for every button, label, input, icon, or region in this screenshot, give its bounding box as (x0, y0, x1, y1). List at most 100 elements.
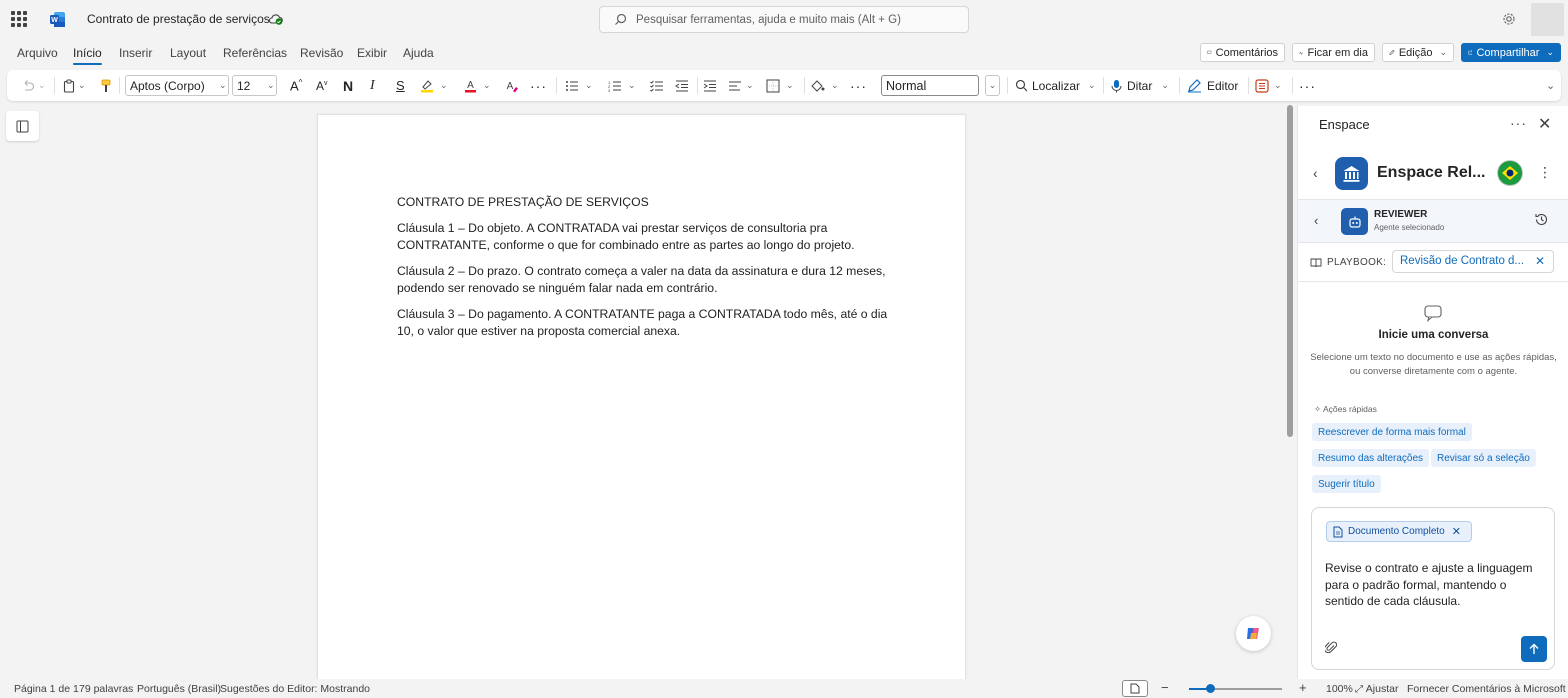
increase-indent-button[interactable] (703, 70, 717, 101)
clause-paragraph[interactable]: Cláusula 3 – Do pagamento. A CONTRATANTE… (397, 306, 897, 341)
chevron-down-icon: ⌄ (440, 80, 448, 90)
tab-inicio[interactable]: Início (73, 46, 102, 65)
tab-inserir[interactable]: Inserir (119, 46, 152, 60)
fit-button[interactable]: ⤢ Ajustar (1355, 683, 1398, 695)
print-layout-button[interactable] (1122, 680, 1148, 697)
bold-button[interactable]: N (343, 70, 353, 101)
shrink-font-button[interactable]: Av (316, 70, 328, 101)
paste-button[interactable]: ⌄ (63, 70, 86, 101)
history-icon[interactable] (1534, 212, 1549, 227)
gear-icon[interactable] (1502, 12, 1516, 26)
addin-menu-button[interactable]: ⋮ (1538, 164, 1552, 181)
tab-exibir[interactable]: Exibir (357, 46, 387, 60)
cloud-saved-icon[interactable] (268, 12, 283, 26)
checklist-button[interactable] (650, 70, 664, 101)
decrease-indent-button[interactable] (675, 70, 689, 101)
feedback-link[interactable]: Fornecer Comentários à Microsoft (1407, 683, 1566, 695)
avatar[interactable] (1531, 3, 1564, 36)
copilot-button[interactable] (1236, 616, 1271, 651)
align-left-icon (729, 80, 741, 91)
checklist-icon (650, 80, 663, 92)
chevron-left-icon: ‹ (1313, 165, 1318, 181)
document-heading[interactable]: CONTRATO DE PRESTAÇÃO DE SERVIÇOS (397, 194, 897, 212)
undo-button[interactable]: ⌄ (21, 70, 46, 101)
context-chip[interactable]: Documento Completo ✕ (1326, 521, 1472, 542)
page-count[interactable]: Página 1 de 1 (14, 683, 79, 695)
app-launcher-icon[interactable] (11, 11, 27, 27)
borders-button[interactable]: ⌄ (766, 70, 794, 101)
comments-button[interactable]: Comentários (1200, 43, 1285, 62)
find-button[interactable]: Localizar ⌄ (1015, 70, 1096, 101)
agent-back-button[interactable]: ‹ (1314, 213, 1318, 228)
document-body[interactable]: CONTRATO DE PRESTAÇÃO DE SERVIÇOS Cláusu… (397, 194, 897, 349)
style-select[interactable]: Normal (881, 75, 979, 96)
send-button[interactable] (1521, 636, 1547, 662)
more-font-options-button[interactable]: ··· (530, 70, 547, 101)
catch-up-button[interactable]: Ficar em dia (1292, 43, 1375, 62)
numbering-button[interactable]: 123 ⌄ (608, 70, 636, 101)
tab-revisao[interactable]: Revisão (300, 46, 343, 60)
quick-action-formal[interactable]: Reescrever de forma mais formal (1312, 423, 1472, 441)
align-button[interactable]: ⌄ (728, 70, 754, 101)
tab-arquivo[interactable]: Arquivo (17, 46, 58, 60)
ribbon-divider (119, 77, 120, 94)
document-page[interactable]: CONTRATO DE PRESTAÇÃO DE SERVIÇOS Cláusu… (317, 114, 966, 684)
highlight-button[interactable]: ⌄ (420, 70, 448, 101)
composer-input[interactable]: Revise o contrato e ajuste a linguagem p… (1325, 560, 1535, 610)
quick-action-review-selection[interactable]: Revisar só a seleção (1431, 449, 1536, 467)
quick-actions-label-text: Ações rápidas (1323, 404, 1377, 414)
collapse-ribbon-button[interactable]: ⌄ (1543, 70, 1555, 101)
underline-button[interactable]: S (396, 70, 405, 101)
search-box[interactable] (599, 6, 969, 33)
brazil-flag-icon[interactable] (1497, 160, 1523, 186)
back-button[interactable]: ‹ (1313, 165, 1318, 181)
tab-referencias[interactable]: Referências (223, 46, 287, 60)
quick-action-suggest-title[interactable]: Sugerir título (1312, 475, 1381, 493)
numbered-list-icon: 123 (608, 80, 621, 92)
paperclip-icon[interactable] (1325, 640, 1337, 654)
editing-mode-button[interactable]: Edição ⌄ (1382, 43, 1454, 62)
document-title[interactable]: Contrato de prestação de serviços (87, 12, 270, 26)
bullets-button[interactable]: ⌄ (565, 70, 593, 101)
styles-gallery-button[interactable]: ⌄ (985, 75, 1000, 96)
zoom-in-button[interactable]: + (1299, 680, 1307, 695)
tab-layout[interactable]: Layout (170, 46, 206, 60)
panel-more-button[interactable]: ··· (1510, 115, 1527, 131)
more-commands-button[interactable]: ··· (1299, 70, 1316, 101)
zoom-level[interactable]: 100% (1326, 683, 1353, 695)
zoom-out-button[interactable]: − (1161, 680, 1169, 695)
font-size-select[interactable]: 12 ⌄ (232, 75, 277, 96)
editor-button[interactable]: Editor (1187, 70, 1238, 101)
language-status[interactable]: Português (Brasil) (137, 683, 221, 695)
shading-button[interactable]: ⌄ (810, 70, 839, 101)
ribbon-divider (54, 77, 55, 94)
tab-ajuda[interactable]: Ajuda (403, 46, 434, 60)
zoom-slider-thumb[interactable] (1206, 684, 1215, 693)
chevron-down-icon: ⌄ (831, 80, 839, 90)
search-input[interactable] (636, 11, 956, 29)
share-button[interactable]: Compartilhar ⌄ (1461, 43, 1561, 62)
format-painter-button[interactable] (101, 70, 111, 101)
chat-composer[interactable]: Documento Completo ✕ Revise o contrato e… (1311, 507, 1555, 670)
clear-formatting-button[interactable]: A (505, 70, 519, 101)
document-scrollbar[interactable] (1287, 105, 1293, 437)
clause-paragraph[interactable]: Cláusula 1 – Do objeto. A CONTRATADA vai… (397, 220, 897, 255)
clause-paragraph[interactable]: Cláusula 2 – Do prazo. O contrato começa… (397, 263, 897, 298)
editor-suggestions-status[interactable]: Sugestões do Editor: Mostrando (220, 683, 370, 695)
playbook-chip[interactable]: Revisão de Contrato d... ✕ (1392, 250, 1554, 273)
word-count[interactable]: 79 palavras (79, 683, 133, 695)
grow-font-button[interactable]: A^ (290, 70, 302, 101)
more-paragraph-options-button[interactable]: ··· (850, 70, 867, 101)
panel-close-button[interactable]: ✕ (1538, 114, 1551, 134)
dictate-button[interactable]: Ditar ⌄ (1111, 70, 1169, 101)
font-name-select[interactable]: Aptos (Corpo) ⌄ (125, 75, 229, 96)
chevron-down-icon: ⌄ (1161, 80, 1169, 90)
agent-selector[interactable]: ‹ REVIEWER Agente selecionado (1298, 199, 1568, 243)
add-ins-button[interactable]: ⌄ (1255, 70, 1282, 101)
remove-context-icon[interactable]: ✕ (1452, 525, 1461, 538)
navigation-pane-button[interactable] (6, 111, 39, 141)
font-color-button[interactable]: A ⌄ (464, 70, 491, 101)
quick-action-summary[interactable]: Resumo das alterações (1312, 449, 1430, 467)
italic-button[interactable]: I (370, 70, 375, 101)
remove-playbook-icon[interactable]: ✕ (1535, 254, 1545, 268)
